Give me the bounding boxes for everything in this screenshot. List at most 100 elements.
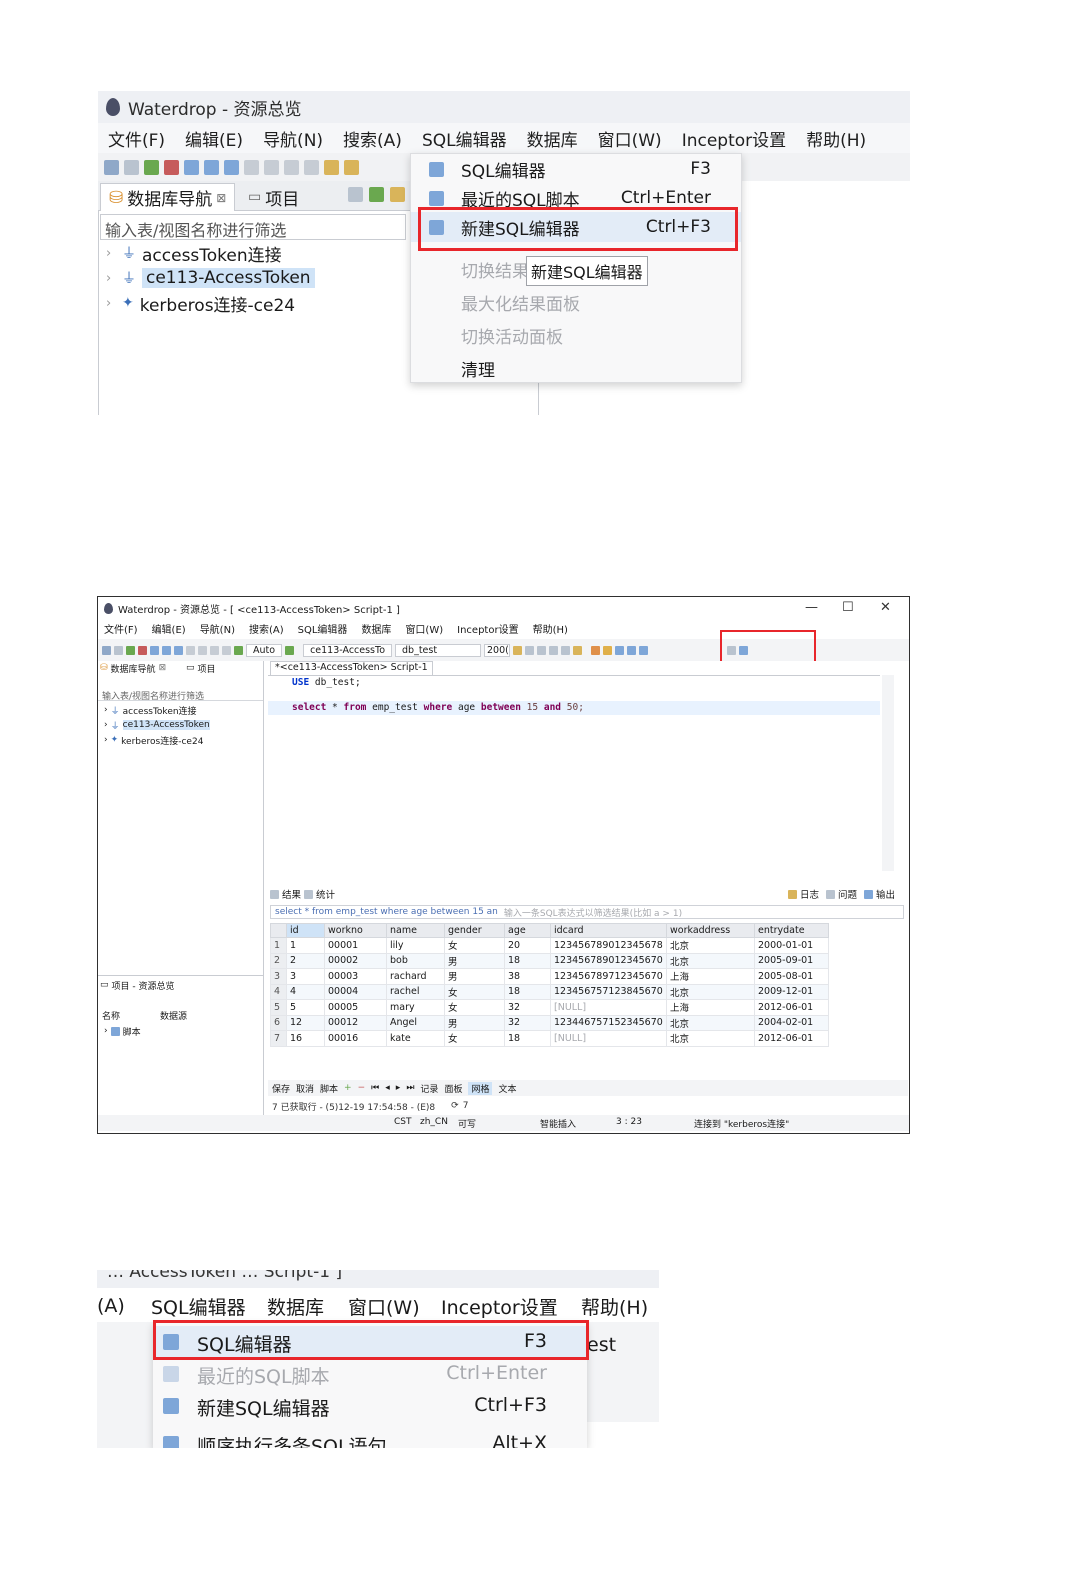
cell-gender[interactable]: 男 bbox=[444, 968, 505, 985]
pen-icon[interactable] bbox=[344, 159, 359, 175]
commit-icon[interactable] bbox=[244, 159, 259, 175]
chevron-right-icon[interactable]: › bbox=[106, 271, 116, 286]
column-header[interactable]: workaddress bbox=[666, 923, 755, 938]
cell-name[interactable]: bob bbox=[386, 952, 445, 969]
cell-name[interactable]: rachel bbox=[386, 983, 445, 1000]
cell-age[interactable]: 18 bbox=[504, 983, 551, 1000]
tab-projects[interactable]: ▭ 项目 bbox=[186, 661, 216, 675]
cell-id[interactable]: 12 bbox=[286, 1014, 325, 1031]
refresh-icon[interactable]: ⟳ bbox=[451, 1101, 459, 1111]
disconnect-icon[interactable] bbox=[114, 645, 123, 655]
menu-search[interactable]: 搜索(A) bbox=[343, 126, 402, 151]
menu-search[interactable]: (A) bbox=[97, 1295, 125, 1317]
active-database-select[interactable]: db_test bbox=[395, 643, 482, 657]
cell-entrydate[interactable]: 2000-01-01 bbox=[754, 937, 829, 954]
cell-workaddress[interactable]: 北京 bbox=[666, 1030, 755, 1047]
cell-gender[interactable]: 女 bbox=[444, 999, 505, 1016]
execute-script-icon[interactable] bbox=[603, 645, 613, 655]
cancel-button[interactable]: 取消 bbox=[296, 1082, 314, 1095]
menu-window[interactable]: 窗口(W) bbox=[598, 126, 662, 151]
column-header[interactable]: entrydate bbox=[754, 923, 829, 938]
add-row-icon[interactable]: + bbox=[344, 1083, 352, 1093]
new-script-icon[interactable] bbox=[174, 645, 183, 655]
cell-age[interactable]: 32 bbox=[504, 999, 551, 1016]
table-row[interactable]: 7 16 00016 kate 女 18 [NULL] 北京 2012-06-0… bbox=[270, 1030, 829, 1047]
cell-workaddress[interactable]: 上海 bbox=[666, 999, 755, 1016]
tree-item-ce113[interactable]: › ⏚ ce113-AccessToken bbox=[104, 718, 210, 732]
open-script-icon[interactable] bbox=[204, 159, 219, 175]
cell-id[interactable]: 5 bbox=[286, 999, 325, 1016]
menu-sql-editor[interactable]: SQL编辑器 bbox=[422, 126, 507, 151]
table-row[interactable]: 5 5 00005 mary 女 32 [NULL] 上海 2012-06-01 bbox=[270, 999, 829, 1016]
cell-workaddress[interactable]: 上海 bbox=[666, 968, 755, 985]
text-view-button[interactable]: 文本 bbox=[498, 1082, 516, 1095]
tab-output[interactable]: 输出 bbox=[864, 887, 895, 901]
results-filter-input[interactable]: select * from emp_test where age between… bbox=[270, 905, 904, 919]
cell-id[interactable]: 4 bbox=[286, 983, 325, 1000]
disconnect-icon[interactable] bbox=[124, 159, 139, 175]
cell-name[interactable]: mary bbox=[386, 999, 445, 1016]
cell-workno[interactable]: 00001 bbox=[324, 937, 387, 954]
cell-age[interactable]: 32 bbox=[504, 1014, 551, 1031]
menu-item-clean[interactable]: 清理 bbox=[411, 353, 741, 383]
menu-database[interactable]: 数据库 bbox=[527, 126, 578, 151]
transaction-icon[interactable] bbox=[324, 159, 339, 175]
open-script-icon[interactable] bbox=[162, 645, 171, 655]
active-connection-select[interactable]: ce113-AccessTo bbox=[303, 643, 393, 657]
menu-help[interactable]: 帮助(H) bbox=[581, 1293, 648, 1320]
cell-gender[interactable]: 女 bbox=[444, 983, 505, 1000]
cell-workno[interactable]: 00004 bbox=[324, 983, 387, 1000]
tab-project-resources[interactable]: ▭ 项目 - 资源总览 bbox=[100, 978, 175, 992]
cell-idcard[interactable]: 123456789012345678 bbox=[550, 937, 667, 954]
tab-database-navigator[interactable]: ⛁ 数据库导航 ⊠ bbox=[100, 183, 236, 211]
cell-gender[interactable]: 女 bbox=[444, 1030, 505, 1047]
cell-id[interactable]: 2 bbox=[286, 952, 325, 969]
chevron-right-icon[interactable]: › bbox=[106, 296, 116, 311]
cell-age[interactable]: 18 bbox=[504, 1030, 551, 1047]
cell-entrydate[interactable]: 2012-06-01 bbox=[754, 1030, 829, 1047]
tree-item-kerberos[interactable]: › ✦ kerberos连接-ce24 bbox=[104, 733, 203, 747]
toolbar-icon[interactable] bbox=[537, 645, 547, 655]
cell-workaddress[interactable]: 北京 bbox=[666, 937, 755, 954]
chevron-right-icon[interactable]: › bbox=[104, 720, 108, 730]
undo-icon[interactable] bbox=[284, 159, 299, 175]
cell-gender[interactable]: 男 bbox=[444, 952, 505, 969]
cell-gender[interactable]: 男 bbox=[444, 1014, 505, 1031]
cell-workno[interactable]: 00002 bbox=[324, 952, 387, 969]
new-script-icon[interactable] bbox=[224, 159, 239, 175]
menu-search[interactable]: 搜索(A) bbox=[249, 621, 284, 636]
tab-database-navigator[interactable]: ⛁ 数据库导航 ⊠ bbox=[100, 661, 166, 675]
column-header[interactable]: id bbox=[286, 923, 325, 938]
invalidate-icon[interactable] bbox=[138, 645, 147, 655]
chevron-right-icon[interactable]: › bbox=[104, 735, 108, 745]
export-icon[interactable] bbox=[639, 645, 649, 655]
tree-item-kerberos[interactable]: › ✦ kerberos连接-ce24 bbox=[106, 291, 295, 316]
chevron-right-icon[interactable]: › bbox=[106, 246, 116, 261]
next-page-icon[interactable]: ▸ bbox=[396, 1083, 401, 1093]
commit-icon[interactable] bbox=[186, 645, 195, 655]
menu-item-recent-sql-scripts[interactable]: 最近的SQL脚本 Ctrl+Enter bbox=[153, 1358, 587, 1390]
cell-workno[interactable]: 00012 bbox=[324, 1014, 387, 1031]
menu-item-maximize-results[interactable]: 最大化结果面板 bbox=[411, 287, 741, 317]
auto-commit-select[interactable]: Auto bbox=[246, 643, 283, 657]
toolbar-icon[interactable] bbox=[525, 645, 535, 655]
record-button[interactable]: 记录 bbox=[420, 1082, 438, 1095]
table-row[interactable]: 3 3 00003 rachard 男 38 12345678971234567… bbox=[270, 968, 829, 985]
menu-inceptor-settings[interactable]: Inceptor设置 bbox=[441, 1293, 558, 1320]
redo-icon[interactable] bbox=[304, 159, 319, 175]
table-row[interactable]: 4 4 00004 rachel 女 18 123456757123845670… bbox=[270, 983, 829, 1000]
menu-help[interactable]: 帮助(H) bbox=[533, 621, 568, 636]
cell-idcard[interactable]: 123456789712345670 bbox=[550, 968, 667, 985]
last-page-icon[interactable]: ⏭ bbox=[406, 1083, 414, 1093]
new-connection-icon[interactable] bbox=[102, 645, 111, 655]
new-connection-icon[interactable] bbox=[104, 159, 119, 175]
menu-navigate[interactable]: 导航(N) bbox=[263, 126, 323, 151]
refresh-icon[interactable] bbox=[285, 645, 295, 655]
cell-workno[interactable]: 00016 bbox=[324, 1030, 387, 1047]
pending-icon[interactable] bbox=[222, 645, 231, 655]
sql-editor-icon[interactable] bbox=[150, 645, 159, 655]
minimize-icon[interactable]: — bbox=[805, 600, 818, 615]
tab-projects[interactable]: ▭ 项目 bbox=[240, 183, 307, 211]
menu-item-sql-editor[interactable]: SQL编辑器 F3 bbox=[411, 154, 741, 184]
menu-inceptor-settings[interactable]: Inceptor设置 bbox=[682, 126, 786, 151]
